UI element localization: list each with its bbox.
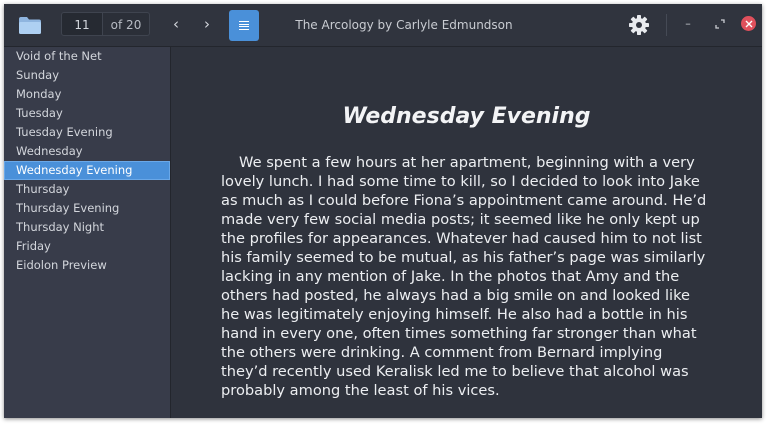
table-of-contents-icon [239, 21, 249, 30]
toc-item-friday[interactable]: Friday [4, 237, 170, 256]
toc-item-eidolon-preview[interactable]: Eidolon Preview [4, 256, 170, 275]
toc-item-thursday[interactable]: Thursday [4, 180, 170, 199]
paragraph-text: We spent a few hours at her apartment, b… [221, 154, 707, 399]
chevron-left-icon: ‹ [173, 15, 179, 33]
chapter-title: Wednesday Evening [342, 104, 591, 129]
page-number-input[interactable]: 11 [61, 12, 103, 36]
toc-item-monday[interactable]: Monday [4, 85, 170, 104]
maximize-button[interactable] [712, 16, 728, 32]
gear-icon [629, 15, 649, 35]
toc-item-void-of-the-net[interactable]: Void of the Net [4, 47, 170, 66]
toc-item-thursday-evening[interactable]: Thursday Evening [4, 199, 170, 218]
chapter-paragraph: We spent a few hours at her apartment, b… [221, 153, 707, 400]
window-title: The Arcology by Carlyle Edmundson [295, 18, 513, 32]
next-page-button[interactable]: › [197, 14, 217, 34]
toc-item-wednesday[interactable]: Wednesday [4, 142, 170, 161]
settings-button[interactable] [628, 14, 650, 36]
page-total-label: of 20 [103, 12, 150, 36]
close-icon [745, 20, 752, 27]
toc-item-wednesday-evening[interactable]: Wednesday Evening [4, 161, 170, 180]
toc-item-thursday-night[interactable]: Thursday Night [4, 218, 170, 237]
reading-pane[interactable]: Wednesday Evening We spent a few hours a… [171, 47, 762, 418]
table-of-contents-toggle[interactable] [229, 10, 259, 41]
header-separator [666, 14, 667, 36]
toc-item-sunday[interactable]: Sunday [4, 66, 170, 85]
chevron-right-icon: › [204, 15, 210, 33]
minimize-icon: – [685, 17, 691, 30]
maximize-icon [715, 19, 725, 29]
previous-page-button[interactable]: ‹ [166, 14, 186, 34]
reader-window: 11 of 20 ‹ › The Arcology by Carlyle Edm… [4, 4, 762, 418]
table-of-contents-sidebar: Void of the Net Sunday Monday Tuesday Tu… [4, 47, 171, 418]
open-folder-button[interactable] [17, 14, 43, 36]
close-button[interactable] [741, 16, 756, 31]
minimize-button[interactable]: – [680, 16, 696, 32]
toc-item-tuesday[interactable]: Tuesday [4, 104, 170, 123]
toc-item-tuesday-evening[interactable]: Tuesday Evening [4, 123, 170, 142]
header-bar: 11 of 20 ‹ › The Arcology by Carlyle Edm… [4, 4, 762, 47]
folder-icon [19, 17, 41, 34]
